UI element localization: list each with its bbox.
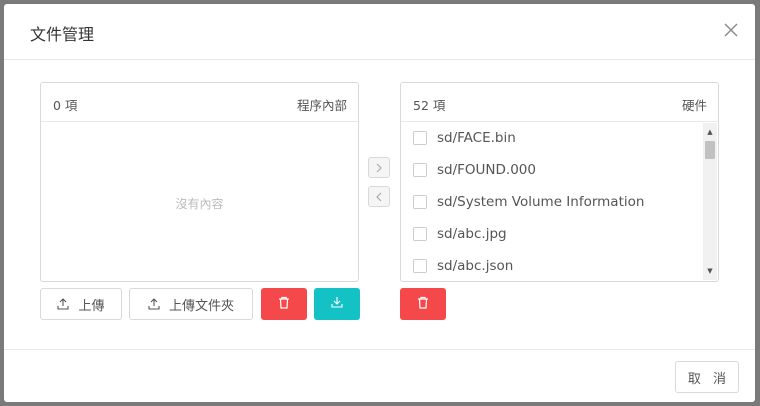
list-scrollbar[interactable]: ▲ ▼	[703, 123, 717, 280]
file-manager-dialog: 文件管理 0 項 程序內部 沒有內容 52 項 硬件 sd/FACE.bin s…	[4, 4, 755, 402]
panel-title: 硬件	[681, 98, 707, 113]
move-left-button[interactable]	[368, 186, 390, 207]
delete-hardware-button[interactable]	[400, 288, 446, 320]
list-item[interactable]: sd/abc.jpg	[401, 218, 702, 250]
scroll-up-arrow-icon[interactable]: ▲	[703, 125, 717, 139]
item-checkbox[interactable]	[413, 131, 427, 145]
list-item[interactable]: sd/FACE.bin	[401, 122, 702, 154]
panel-title: 程序內部	[296, 98, 347, 113]
upload-button[interactable]: 上傳	[40, 288, 122, 320]
file-name: sd/FACE.bin	[437, 130, 516, 146]
dialog-footer: 取 消	[4, 349, 755, 403]
file-name: sd/abc.jpg	[437, 226, 507, 242]
close-icon[interactable]	[721, 20, 741, 40]
list-item[interactable]: sd/abc.json	[401, 250, 702, 281]
chevron-right-icon	[376, 163, 382, 172]
upload-icon	[148, 298, 160, 310]
move-right-button[interactable]	[368, 157, 390, 178]
upload-label: 上傳	[78, 298, 105, 314]
upload-icon	[57, 298, 70, 310]
item-checkbox[interactable]	[413, 259, 427, 273]
download-button[interactable]	[314, 288, 360, 320]
panel-header: 52 項 硬件	[401, 83, 718, 122]
file-name: sd/System Volume Information	[437, 194, 645, 210]
item-count: 52 項	[413, 98, 446, 113]
item-checkbox[interactable]	[413, 195, 427, 209]
item-checkbox[interactable]	[413, 163, 427, 177]
item-count: 0 項	[53, 98, 78, 113]
file-name: sd/abc.json	[437, 258, 514, 274]
item-checkbox[interactable]	[413, 227, 427, 241]
cancel-button[interactable]: 取 消	[675, 361, 739, 393]
trash-icon	[417, 296, 429, 313]
upload-folder-button[interactable]: 上傳文件夾	[129, 288, 253, 320]
dialog-header: 文件管理	[4, 4, 755, 60]
scroll-down-arrow-icon[interactable]: ▼	[703, 264, 717, 278]
scroll-thumb[interactable]	[705, 141, 715, 159]
dialog-title: 文件管理	[30, 25, 95, 44]
list-item[interactable]: sd/FOUND.000	[401, 154, 702, 186]
upload-folder-label: 上傳文件夾	[168, 298, 234, 314]
delete-local-button[interactable]	[261, 288, 307, 320]
file-list: sd/FACE.bin sd/FOUND.000 sd/System Volum…	[401, 122, 702, 281]
empty-state-text: 沒有內容	[175, 197, 224, 211]
chevron-left-icon	[376, 192, 382, 201]
panel-header: 0 項 程序內部	[41, 83, 358, 122]
program-files-panel: 0 項 程序內部 沒有內容	[40, 82, 359, 282]
list-item[interactable]: sd/System Volume Information	[401, 186, 702, 218]
download-icon	[331, 296, 343, 312]
trash-icon	[278, 296, 290, 313]
file-name: sd/FOUND.000	[437, 162, 536, 178]
hardware-files-panel: 52 項 硬件 sd/FACE.bin sd/FOUND.000 sd/Syst…	[400, 82, 719, 282]
